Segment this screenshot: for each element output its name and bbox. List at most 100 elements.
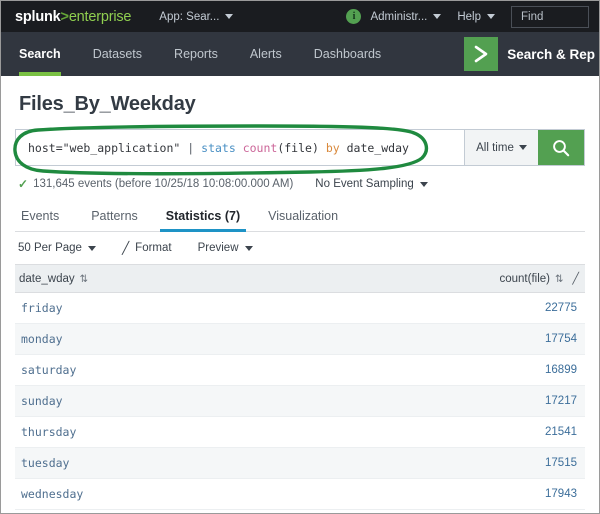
logo-text-chevron: > [60,8,69,25]
nav-item-label: Datasets [92,47,143,61]
cell-date-wday[interactable]: thursday [15,416,279,448]
search-bar: host="web_application" | stats count(fil… [15,129,585,166]
cell-date-wday[interactable]: saturday [15,354,279,386]
help-menu-label: Help [457,10,481,23]
cell-date-wday[interactable]: tuesday [15,447,279,479]
event-count-text: 131,645 events (before 10/25/18 10:08:00… [33,178,294,190]
statistics-table: date_wday ⇅ count(file) ⇅ ╱ friday 22775 mo… [15,264,585,510]
tab-label: Statistics (7) [165,209,241,223]
query-token-field: date_wday [346,140,409,155]
tab-patterns[interactable]: Patterns [77,200,152,231]
cell-date-wday[interactable]: sunday [15,385,279,417]
query-token-by: by [325,140,340,155]
table-row[interactable]: tuesday 17515 [15,447,585,479]
app-selector-label: App: Sear... [159,10,220,23]
time-range-picker[interactable]: All time [464,130,538,165]
top-bar: splunk>enterprise App: Sear... i Adminis… [1,1,599,32]
find-input[interactable]: Find [511,5,589,28]
search-status-line: ✓ 131,645 events (before 10/25/18 10:08:… [15,166,585,200]
tab-label: Patterns [91,209,138,223]
table-header: date_wday ⇅ count(file) ⇅ ╱ [15,264,585,293]
cell-date-wday[interactable]: monday [15,323,279,355]
table-row[interactable]: saturday 16899 [15,354,585,386]
search-input[interactable]: host="web_application" | stats count(fil… [16,130,464,165]
app-selector-menu[interactable]: App: Sear... [159,10,234,23]
query-token-pipe: | [187,140,195,155]
query-token-file-arg: (file) [277,140,319,155]
cell-count-file[interactable]: 17754 [278,323,585,355]
cell-date-wday[interactable]: friday [15,292,279,324]
run-search-button[interactable] [538,130,584,165]
cell-count-file[interactable]: 17217 [278,385,585,417]
event-sampling-menu[interactable]: No Event Sampling [315,178,428,190]
nav-item-search[interactable]: Search [1,32,77,76]
cell-count-file[interactable]: 21541 [278,416,585,448]
results-toolbar: 50 Per Page ╱ Format Preview [15,232,585,264]
nav-item-label: Alerts [249,47,282,61]
user-menu[interactable]: Administr... [370,10,442,23]
page-title: Files_By_Weekday [19,93,196,115]
cell-count-file[interactable]: 17943 [278,478,585,510]
chevron-down-icon [225,14,234,19]
nav-item-label: Reports [174,47,218,61]
logo-text-enterprise: enterprise [68,8,132,25]
splunk-search-window: splunk>enterprise App: Sear... i Adminis… [0,0,600,514]
table-row[interactable]: friday 22775 [15,292,585,324]
nav-item-label: Search [19,47,61,61]
nav-item-datasets[interactable]: Datasets [77,32,158,76]
nav-item-reports[interactable]: Reports [158,32,234,76]
column-header-label: count(file) [499,273,550,285]
query-token-count: count [242,140,278,155]
splunk-logo[interactable]: splunk>enterprise [15,9,131,25]
cell-date-wday[interactable]: wednesday [15,478,279,510]
time-range-label: All time [476,141,514,154]
chevron-down-icon [419,181,428,187]
table-row[interactable]: sunday 17217 [15,385,585,417]
column-header-date-wday[interactable]: date_wday ⇅ [15,264,279,293]
messages-info-icon[interactable]: i [346,9,362,24]
column-header-count-file[interactable]: count(file) ⇅ ╱ [278,264,585,293]
chevron-down-icon [518,145,527,150]
per-page-label: 50 Per Page [18,242,82,254]
event-sampling-label: No Event Sampling [315,178,414,190]
table-header-row: date_wday ⇅ count(file) ⇅ ╱ [15,264,585,293]
user-menu-label: Administr... [370,10,428,23]
column-edit-pencil-icon[interactable]: ╱ [572,272,579,285]
logo-text-splunk: splunk [15,8,61,25]
tab-label: Visualization [268,209,339,223]
sort-toggle-icon[interactable]: ⇅ [555,275,563,285]
nav-item-label: Dashboards [313,47,382,61]
preview-label: Preview [197,242,239,254]
chevron-down-icon [244,245,253,251]
chevron-down-icon [487,14,495,19]
chevron-down-icon [433,14,442,19]
cell-count-file[interactable]: 17515 [278,447,585,479]
column-header-label: date_wday [19,272,75,285]
help-menu[interactable]: Help [457,11,495,23]
magnifier-icon [551,138,571,158]
sort-toggle-icon[interactable]: ⇅ [80,274,88,285]
tab-events[interactable]: Events [18,200,77,231]
table-row[interactable]: thursday 21541 [15,416,585,448]
tab-label: Events [21,209,60,223]
tab-visualization[interactable]: Visualization [254,200,352,231]
current-app-name: Search & Rep [507,46,595,62]
table-row[interactable]: monday 17754 [15,323,585,355]
cell-count-file[interactable]: 16899 [278,354,585,386]
tab-statistics[interactable]: Statistics (7) [152,200,254,232]
nav-item-alerts[interactable]: Alerts [234,32,298,76]
nav-item-dashboards[interactable]: Dashboards [298,32,397,76]
current-app-badge[interactable]: Search & Rep [464,32,599,76]
cell-count-file[interactable]: 22775 [278,292,585,324]
format-button[interactable]: ╱ Format [122,241,172,255]
table-row[interactable]: wednesday 17943 [15,478,585,510]
page-body: Files_By_Weekday host="web_application" … [1,76,599,510]
results-tabs: Events Patterns Statistics (7) Visualiza… [15,200,585,232]
query-token-host: host="web_application" [28,140,181,155]
preview-menu[interactable]: Preview [198,242,253,254]
query-token-stats: stats [201,140,236,155]
chevron-right-icon [464,37,499,71]
search-query-text: host="web_application" | stats count(fil… [28,141,409,155]
per-page-menu[interactable]: 50 Per Page [18,242,96,254]
table-body: friday 22775 monday 17754 saturday 16899… [15,292,585,510]
